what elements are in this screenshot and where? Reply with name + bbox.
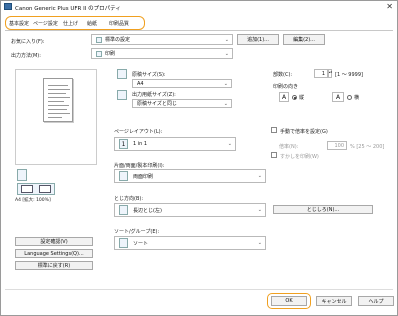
- copies-spinner[interactable]: ▴▾: [328, 69, 332, 78]
- copies-label: 部数(C):: [273, 72, 293, 78]
- scale-range: % [25 〜 200]: [350, 144, 385, 150]
- output-size-label: 出力用紙サイズ(Z):: [132, 92, 176, 98]
- landscape-radio[interactable]: [347, 95, 352, 100]
- chevron-down-icon: ⌄: [257, 173, 262, 179]
- binding-select[interactable]: 長辺とじ(左) ⌄: [114, 203, 266, 217]
- edit-button[interactable]: 編集(2)...: [283, 34, 325, 45]
- preview-page: [43, 78, 73, 122]
- profile-label: お気に入り(F):: [11, 39, 45, 45]
- duplex-value: 両面印刷: [133, 173, 154, 180]
- chevron-down-icon: ⌄: [223, 100, 228, 107]
- collate-select[interactable]: ソート ⌄: [114, 236, 266, 250]
- copies-value: 1: [321, 70, 325, 77]
- cancel-button[interactable]: キャンセル: [316, 296, 352, 306]
- binding-margin-button[interactable]: とじしろ(N)...: [273, 205, 373, 214]
- ok-button[interactable]: OK: [271, 296, 307, 306]
- chevron-down-icon: ⌄: [257, 240, 262, 246]
- duplex-view-icon: [17, 183, 55, 195]
- layout-value: 1 in 1: [133, 141, 148, 147]
- title-bar: Canon Generic Plus UFR II のプロパティ ✕: [1, 1, 397, 13]
- copies-range: [1 〜 9999]: [335, 72, 363, 78]
- window-title: Canon Generic Plus UFR II のプロパティ: [15, 6, 121, 12]
- tab-finishing[interactable]: 仕上げ: [63, 20, 78, 27]
- chevron-down-icon: ⌄: [224, 50, 229, 57]
- scale-field-label: 倍率(N):: [279, 144, 299, 150]
- page-size-select[interactable]: A4 ⌄: [132, 79, 232, 88]
- portrait-icon: A: [279, 92, 289, 102]
- restore-defaults-button[interactable]: 標準に戻す(R): [15, 261, 93, 270]
- add-button[interactable]: 追加(1)...: [237, 34, 279, 45]
- portrait-label: 縦: [299, 95, 305, 101]
- page-size-value: A4: [137, 80, 144, 87]
- chevron-down-icon: ⌄: [224, 36, 229, 43]
- chevron-down-icon: ⌄: [257, 207, 262, 213]
- page-size-icon: [117, 69, 127, 79]
- stack-icon: [17, 169, 27, 181]
- printer-icon: [4, 3, 12, 10]
- tab-paper-source[interactable]: 給紙: [87, 20, 97, 27]
- collate-label: ソート/グループ(E):: [114, 229, 160, 235]
- landscape-label: 横: [354, 95, 360, 101]
- help-button[interactable]: ヘルプ: [358, 296, 394, 306]
- binding-icon: [119, 205, 128, 215]
- duplex-label: 片面/両面/製本印刷(I):: [114, 163, 165, 169]
- watermark-label: すかしを印刷(W): [280, 154, 319, 160]
- profile-icon: [96, 36, 102, 43]
- close-icon[interactable]: ✕: [386, 2, 393, 11]
- tab-basic[interactable]: 基本設定: [9, 20, 29, 27]
- profile-value: 標準の設定: [105, 37, 131, 43]
- output-size-select[interactable]: 原稿サイズと同じ ⌄: [132, 99, 232, 108]
- output-label: 出力方法(M):: [11, 53, 41, 59]
- layout-select[interactable]: 1 1 in 1 ⌄: [114, 137, 236, 151]
- binding-value: 長辺とじ(左): [133, 207, 162, 214]
- collate-icon: [119, 238, 128, 248]
- layout-label: ページレイアウト(L):: [114, 129, 163, 135]
- page-size-label: 原稿サイズ(S):: [132, 72, 166, 78]
- binding-label: とじ方向(B):: [114, 196, 144, 202]
- layout-icon: 1: [119, 139, 128, 149]
- portrait-radio[interactable]: [292, 95, 297, 100]
- tab-page-setup[interactable]: ページ設定: [33, 20, 58, 27]
- print-preview: [15, 69, 97, 165]
- print-icon: [96, 50, 102, 57]
- scale-value: 100: [334, 142, 344, 149]
- duplex-icon: [119, 171, 128, 181]
- landscape-icon: A: [332, 92, 344, 102]
- scale-label: 手動で倍率を設定(G): [280, 129, 328, 135]
- output-size-icon: [117, 90, 127, 100]
- collate-value: ソート: [133, 240, 149, 247]
- preview-caption: A4 [拡大: 100%]: [15, 198, 51, 203]
- watermark-checkbox[interactable]: [271, 152, 277, 158]
- tab-underline: [5, 30, 393, 31]
- chevron-down-icon: ⌄: [223, 80, 228, 87]
- output-select[interactable]: 印刷 ⌄: [91, 48, 233, 59]
- view-settings-button[interactable]: 設定確認(V): [15, 237, 93, 246]
- output-size-value: 原稿サイズと同じ: [137, 101, 177, 107]
- footer-separator: [5, 289, 393, 290]
- orientation-label: 印刷の向き: [273, 84, 299, 90]
- language-settings-button[interactable]: Language Settings(Q)...: [15, 249, 93, 258]
- scale-field[interactable]: 100: [327, 141, 347, 150]
- scale-checkbox[interactable]: [271, 127, 277, 133]
- printer-properties-window: Canon Generic Plus UFR II のプロパティ ✕ 基本設定 …: [0, 0, 398, 316]
- profile-select[interactable]: 標準の設定 ⌄: [91, 34, 233, 45]
- duplex-select[interactable]: 両面印刷 ⌄: [114, 169, 266, 183]
- chevron-down-icon: ⌄: [227, 141, 232, 147]
- tab-quality[interactable]: 印刷品質: [109, 20, 129, 27]
- copies-field[interactable]: 1: [314, 69, 328, 78]
- output-value: 印刷: [105, 51, 116, 57]
